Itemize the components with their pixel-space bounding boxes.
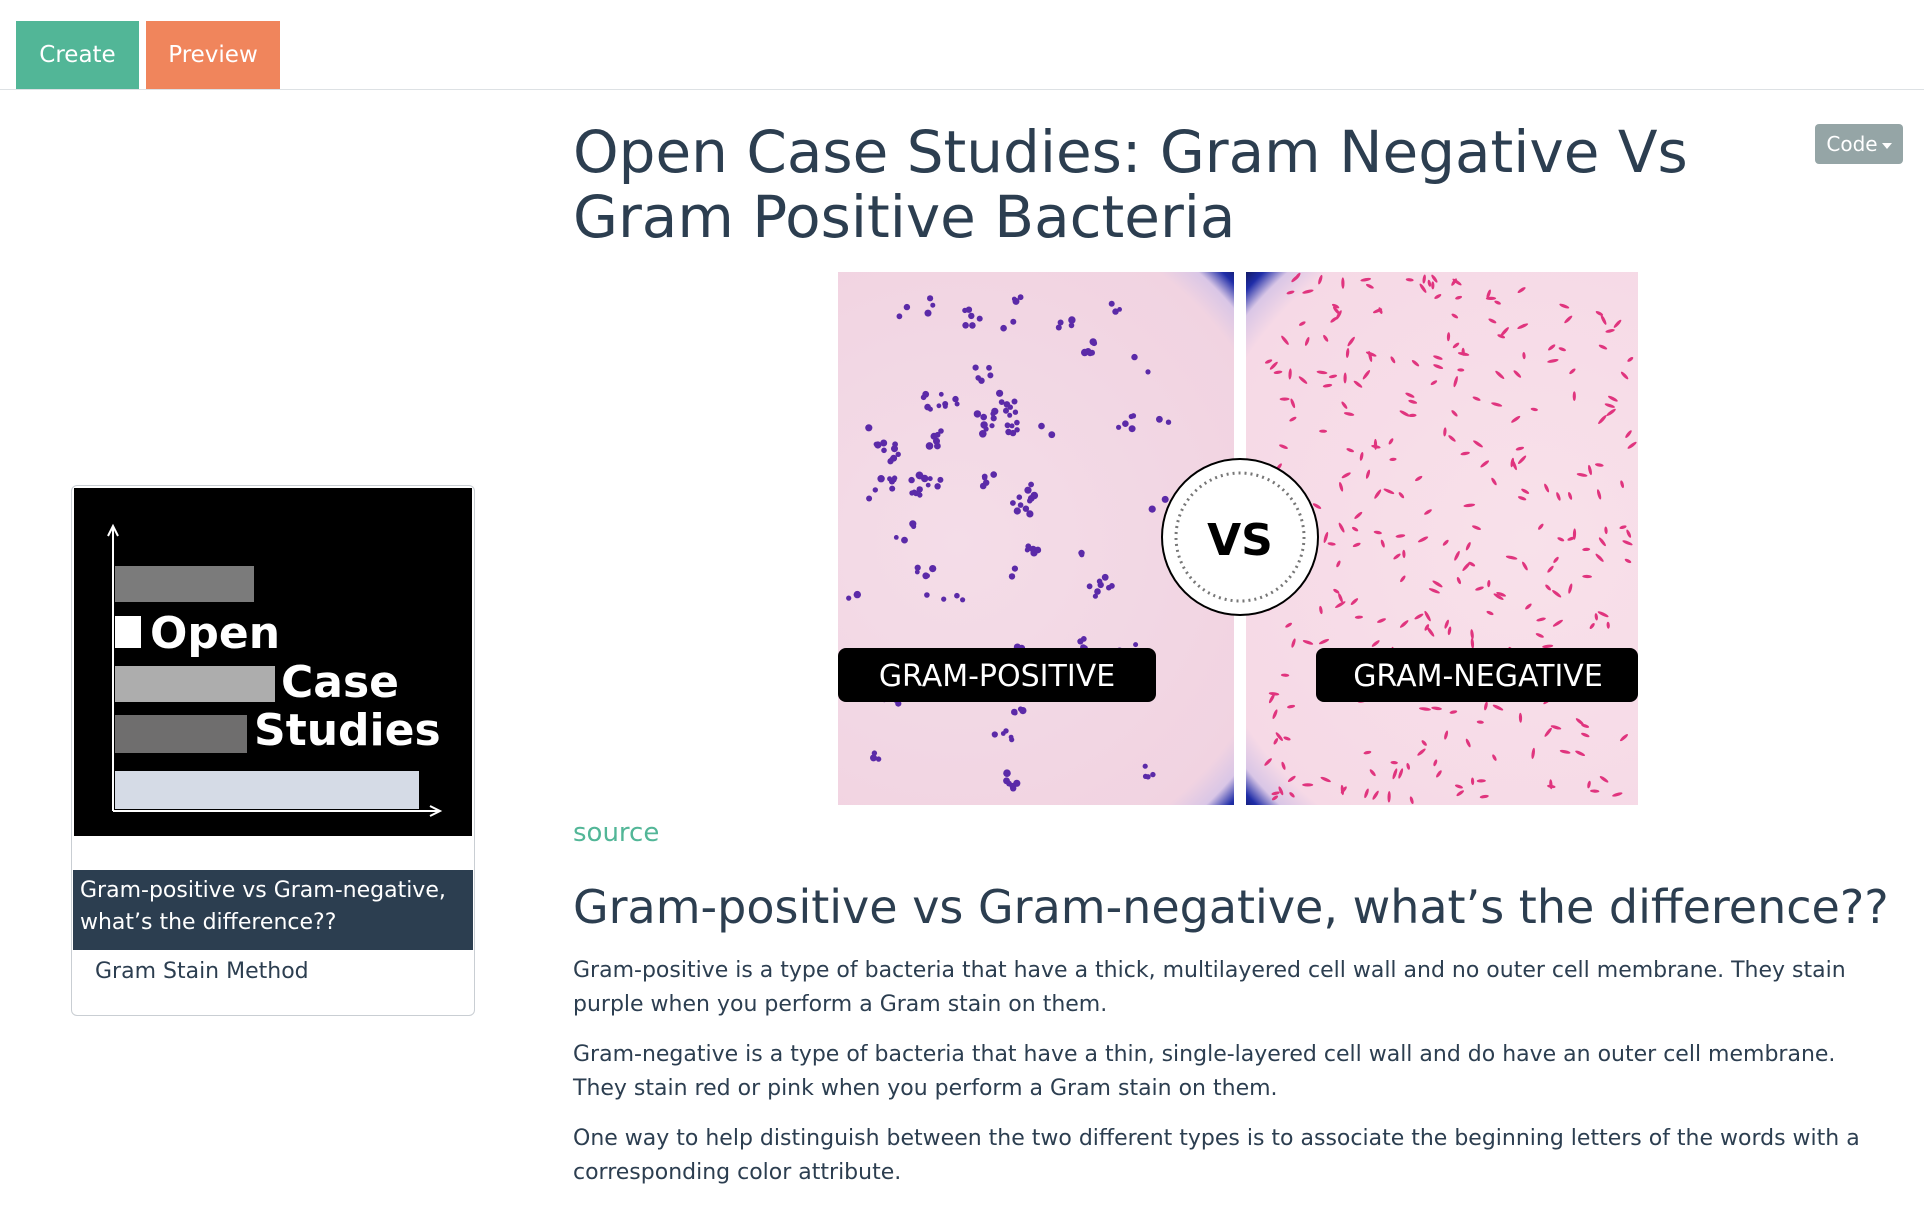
gram-negative-label: GRAM-NEGATIVE xyxy=(1353,659,1603,694)
top-tab-bar: Create Preview xyxy=(0,0,1924,90)
open-case-studies-logo: Open Case Studies xyxy=(74,488,472,836)
gram-positive-label: GRAM-POSITIVE xyxy=(879,659,1115,694)
section-title: Gram-positive vs Gram-negative, what’s t… xyxy=(573,880,1889,934)
toc-item-gram-stain-method[interactable]: Gram Stain Method xyxy=(95,959,309,984)
vs-label: VS xyxy=(1207,515,1273,566)
paragraph-distinguish: One way to help distinguish between the … xyxy=(573,1126,1860,1185)
gram-comparison-image: VS GRAM-POSITIVE GRAM-NEGATIVE xyxy=(838,272,1638,805)
table-of-contents: Open Case Studies Gram-positive vs Gram-… xyxy=(71,485,475,1016)
tab-preview[interactable]: Preview xyxy=(146,21,280,89)
paragraph-gram-negative: Gram-negative is a type of bacteria that… xyxy=(573,1042,1836,1101)
page-title: Open Case Studies: Gram Negative Vs Gram… xyxy=(573,118,1688,251)
code-dropdown-label: Code xyxy=(1826,132,1878,156)
logo-word-studies: Studies xyxy=(254,705,441,756)
logo-graphic: Open Case Studies xyxy=(107,523,443,817)
logo-word-open: Open xyxy=(150,608,280,659)
caret-down-icon xyxy=(1881,142,1892,149)
toc-item-gram-difference[interactable]: Gram-positive vs Gram-negative, what’s t… xyxy=(73,870,473,950)
tab-create[interactable]: Create xyxy=(16,21,139,89)
gram-comparison-graphic: VS GRAM-POSITIVE GRAM-NEGATIVE xyxy=(838,272,1638,805)
code-dropdown-button[interactable]: Code xyxy=(1815,124,1903,164)
paragraph-gram-positive: Gram-positive is a type of bacteria that… xyxy=(573,958,1846,1017)
logo-word-case: Case xyxy=(281,657,399,708)
source-link[interactable]: source xyxy=(573,818,659,848)
